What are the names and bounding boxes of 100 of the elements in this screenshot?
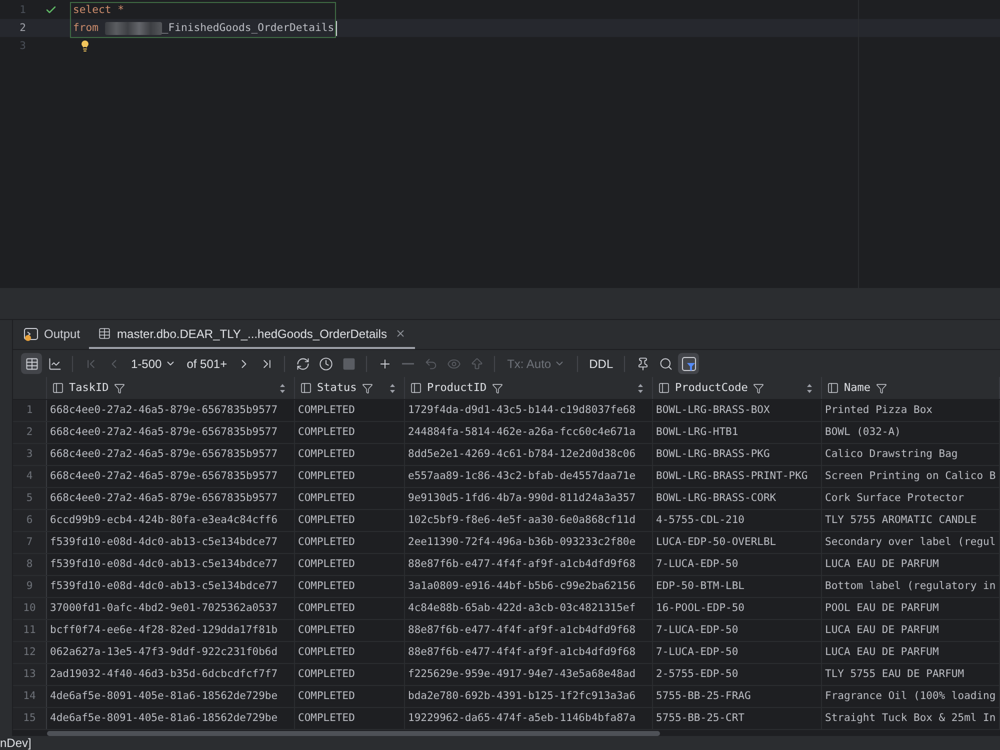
table-cell: COMPLETED	[295, 400, 405, 421]
status-text: nDev]	[0, 736, 32, 750]
table-cell: COMPLETED	[295, 664, 405, 685]
table-cell: COMPLETED	[295, 532, 405, 553]
table-cell: 668c4ee0-27a2-46a5-879e-6567835b9577	[47, 488, 295, 509]
toolbar-link[interactable]: of 501+	[184, 353, 230, 374]
close-icon	[394, 328, 406, 339]
table-cell: COMPLETED	[295, 510, 405, 531]
table-cell: 37000fd1-0afc-4bd2-9e01-7025362a0537	[47, 598, 295, 619]
table-cell: BOWL (032-A)	[822, 422, 1000, 443]
column-header[interactable]: ProductCode	[653, 377, 822, 399]
table-cell: e557aa89-1c86-43c2-bfab-de4557daa71e	[405, 466, 653, 487]
table-cell: 9e9130d5-1fd6-4b7a-990d-811d24a3a357	[405, 488, 653, 509]
table-cell: f539fd10-e08d-4dc0-ab13-c5e134bdce77	[47, 576, 295, 597]
table-cell: 668c4ee0-27a2-46a5-879e-6567835b9577	[47, 444, 295, 465]
table-cell: 7-LUCA-EDP-50	[653, 642, 822, 663]
table-cell: COMPLETED	[295, 620, 405, 641]
table-cell: COMPLETED	[295, 488, 405, 509]
column-header[interactable]: TaskID	[47, 377, 295, 399]
column-header[interactable]: Name	[822, 377, 1000, 399]
table-cell: 668c4ee0-27a2-46a5-879e-6567835b9577	[47, 400, 295, 421]
sort-icon[interactable]	[638, 384, 643, 392]
search-icon	[658, 356, 673, 370]
table-cell: LUCA EAU DE PARFUM	[822, 554, 1000, 575]
sort-icon[interactable]	[390, 384, 395, 392]
sort-icon[interactable]	[807, 384, 812, 392]
table-cell: 1729f4da-d9d1-43c5-b144-c19d8037fe68	[405, 400, 653, 421]
tab[interactable]: Output	[15, 320, 90, 349]
dropdown-button[interactable]: 1-500	[128, 353, 179, 374]
table-cell: bcff0f74-ee6e-4f28-82ed-129dda17f81b	[47, 620, 295, 641]
table-cell: EDP-50-BTM-LBL	[653, 576, 822, 597]
table-cell: 2-5755-EDP-50	[653, 664, 822, 685]
column-icon	[410, 382, 422, 394]
table-cell: COMPLETED	[295, 444, 405, 465]
table-cell: 244884fa-5814-462e-a26a-fcc60c4e671a	[405, 422, 653, 443]
table-cell: 4c84e88b-65ab-422d-a3cb-03c4821315ef	[405, 598, 653, 619]
row-number: 12	[13, 642, 47, 663]
table-cell: 8dd5e2e1-4269-4c61-b784-12e2d0d38c06	[405, 444, 653, 465]
column-header[interactable]: Status	[295, 377, 405, 399]
filter-panel-button[interactable]	[678, 353, 700, 374]
table-cell: Secondary over label (regul	[822, 532, 1000, 553]
table-cell: 4-5755-CDL-210	[653, 510, 822, 531]
sql-operator: *	[118, 3, 124, 18]
row-number: 2	[13, 422, 47, 443]
table-cell: f539fd10-e08d-4dc0-ab13-c5e134bdce77	[47, 554, 295, 575]
row-number: 6	[13, 510, 47, 531]
filter-icon[interactable]	[114, 382, 125, 394]
filter-icon[interactable]	[362, 382, 373, 394]
close-tab-button[interactable]	[394, 328, 406, 339]
table-cell: 88e87f6b-e477-4f4f-af9f-a1cb4dfd9f68	[405, 620, 653, 641]
row-number: 5	[13, 488, 47, 509]
sql-keyword: select	[73, 3, 112, 18]
toolbar-link[interactable]: DDL	[587, 353, 616, 374]
clock-icon	[318, 356, 333, 370]
row-number: 1	[13, 400, 47, 421]
scrollbar-thumb[interactable]	[47, 730, 660, 736]
table-cell: 668c4ee0-27a2-46a5-879e-6567835b9577	[47, 422, 295, 443]
console-icon	[24, 326, 38, 340]
row-number: 15	[13, 708, 47, 729]
table-cell: 4de6af5e-8091-405e-81a6-18562de729be	[47, 708, 295, 729]
table-cell: COMPLETED	[295, 598, 405, 619]
row-number: 14	[13, 686, 47, 707]
table-cell: Printed Pizza Box	[822, 400, 1000, 421]
undo-icon	[424, 356, 438, 370]
column-icon	[52, 382, 64, 394]
table-cell: bda2e780-692b-4391-b125-1f2fc913a3a6	[405, 686, 653, 707]
lightbulb-icon[interactable]	[79, 40, 91, 52]
table-cell: 88e87f6b-e477-4f4f-af9f-a1cb4dfd9f68	[405, 642, 653, 663]
row-number: 11	[13, 620, 47, 641]
table-view-button[interactable]	[21, 353, 42, 374]
table-cell: 5755-BB-25-CRT	[653, 708, 822, 729]
sort-icon[interactable]	[280, 384, 285, 392]
table-cell: 88e87f6b-e477-4f4f-af9f-a1cb4dfd9f68	[405, 554, 653, 575]
table-cell: LUCA EAU DE PARFUM	[822, 620, 1000, 641]
panel-filter-icon	[682, 356, 696, 370]
table-cell: COMPLETED	[295, 686, 405, 707]
filter-icon[interactable]	[752, 382, 764, 394]
row-number: 13	[13, 664, 47, 685]
table-cell: COMPLETED	[295, 422, 405, 443]
filter-icon[interactable]	[876, 382, 886, 394]
line-chart-icon	[48, 356, 62, 370]
filter-icon[interactable]	[492, 382, 503, 394]
table-cell: COMPLETED	[295, 642, 405, 663]
table-cell: 5755-BB-25-FRAG	[653, 686, 822, 707]
pin-icon	[636, 356, 650, 370]
table-cell: COMPLETED	[295, 708, 405, 729]
table-cell: BOWL-LRG-HTB1	[653, 422, 822, 443]
table-cell: 7-LUCA-EDP-50	[653, 620, 822, 641]
table-cell: COMPLETED	[295, 466, 405, 487]
table-name: _FinishedGoods_OrderDetails	[162, 21, 334, 36]
table-cell: f225629e-959e-4917-94e7-43e5a68e48ad	[405, 664, 653, 685]
row-number: 3	[13, 444, 47, 465]
column-header[interactable]: ProductID	[405, 377, 653, 399]
table-cell: BOWL-LRG-BRASS-CORK	[653, 488, 822, 509]
table-cell: Cork Surface Protector	[822, 488, 1000, 509]
sql-keyword: from	[73, 21, 99, 36]
table-cell: 16-POOL-EDP-50	[653, 598, 822, 619]
table-cell: 102c5bf9-f8e6-4e5f-aa30-6e0a868cf11d	[405, 510, 653, 531]
row-number: 7	[13, 532, 47, 553]
table-cell: TLY 5755 AROMATIC CANDLE	[822, 510, 1000, 531]
